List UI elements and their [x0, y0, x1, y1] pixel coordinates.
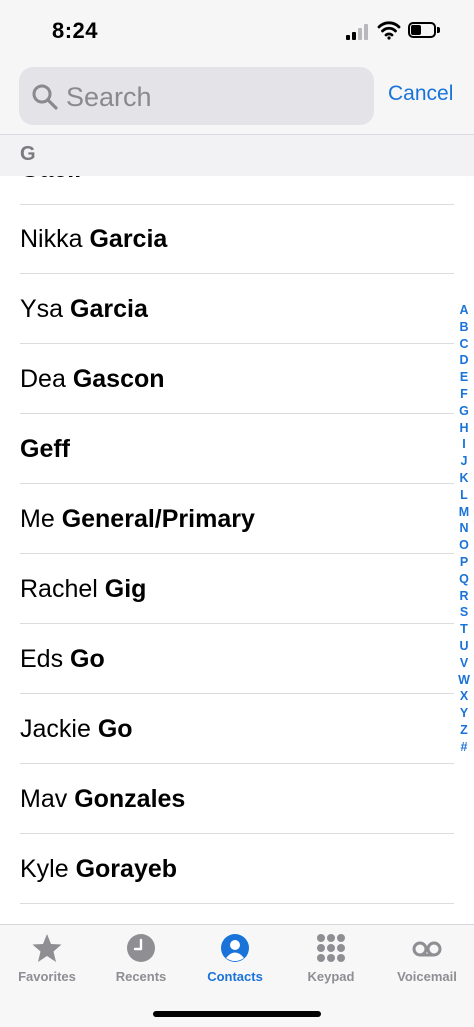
contacts-list[interactable]: Gaeil Nikka Garcia Ysa Garcia Dea Gascon…	[0, 176, 474, 924]
cellular-signal-icon	[346, 24, 370, 40]
index-letter[interactable]: K	[456, 470, 472, 487]
index-letter[interactable]: D	[456, 352, 472, 369]
tab-voicemail[interactable]: Voicemail	[380, 925, 474, 995]
battery-icon	[408, 22, 442, 40]
index-letter[interactable]: F	[456, 386, 472, 403]
list-item[interactable]: Dea Gascon	[0, 344, 474, 414]
contact-name: Rachel Gig	[20, 575, 147, 603]
index-letter[interactable]: R	[456, 588, 472, 605]
index-letter[interactable]: V	[456, 655, 472, 672]
index-letter[interactable]: I	[456, 436, 472, 453]
index-letter[interactable]: A	[456, 302, 472, 319]
index-letter[interactable]: M	[456, 504, 472, 521]
index-letter[interactable]: U	[456, 638, 472, 655]
list-item[interactable]: Ysa Garcia	[0, 274, 474, 344]
tab-keypad[interactable]: Keypad	[284, 925, 378, 995]
index-letter[interactable]: L	[456, 487, 472, 504]
contact-name: Kyle Gorayeb	[20, 855, 178, 883]
search-icon	[32, 84, 58, 110]
contact-name: Eds Go	[20, 645, 105, 673]
contact-name: Ysa Garcia	[20, 295, 148, 323]
voicemail-icon	[412, 941, 442, 957]
clock-icon	[127, 934, 155, 962]
status-bar: 8:24	[0, 0, 474, 62]
index-letter[interactable]: #	[456, 739, 472, 756]
tab-label: Favorites	[18, 969, 76, 984]
contact-name: Gaeil	[20, 176, 81, 204]
index-letter[interactable]: B	[456, 319, 472, 336]
list-item[interactable]: Me General/Primary	[0, 484, 474, 554]
contact-name: Nikka Garcia	[20, 225, 168, 253]
contact-name: Geff	[20, 435, 70, 463]
index-letter[interactable]: Z	[456, 722, 472, 739]
list-item[interactable]: Eds Go	[0, 624, 474, 694]
contact-name: Dea Gascon	[20, 365, 165, 393]
index-letter[interactable]: Q	[456, 571, 472, 588]
index-letter[interactable]: E	[456, 369, 472, 386]
index-letter[interactable]: G	[456, 403, 472, 420]
tab-recents[interactable]: Recents	[94, 925, 188, 995]
wifi-icon	[377, 21, 401, 40]
search-header: Search Cancel	[0, 62, 474, 134]
index-letter[interactable]: H	[456, 420, 472, 437]
search-placeholder: Search	[66, 82, 152, 112]
index-letter[interactable]: T	[456, 621, 472, 638]
list-item[interactable]: Jackie Go	[0, 694, 474, 764]
tab-label: Keypad	[307, 969, 355, 984]
alphabet-index[interactable]: A B C D E F G H I J K L M N O P Q R S T U V W X Y Z #	[456, 302, 472, 756]
index-letter[interactable]: O	[456, 537, 472, 554]
list-item[interactable]: Gaeil	[0, 176, 474, 204]
divider	[20, 903, 454, 904]
contact-name: Mav Gonzales	[20, 785, 186, 813]
index-letter[interactable]: J	[456, 453, 472, 470]
list-item[interactable]: Rachel Gig	[0, 554, 474, 624]
section-header: G	[0, 134, 474, 176]
contact-name: Jackie Go	[20, 715, 133, 743]
contact-name: Me General/Primary	[20, 505, 255, 533]
list-item[interactable]: Kyle Gorayeb	[0, 834, 474, 904]
list-item[interactable]: Geff	[0, 414, 474, 484]
tab-label: Recents	[115, 969, 167, 984]
section-letter: G	[20, 143, 36, 165]
search-input[interactable]: Search	[19, 67, 374, 125]
index-letter[interactable]: C	[456, 336, 472, 353]
list-item[interactable]: Mav Gonzales	[0, 764, 474, 834]
tab-favorites[interactable]: Favorites	[0, 925, 94, 995]
cancel-button[interactable]: Cancel	[388, 82, 453, 106]
star-icon	[32, 934, 62, 962]
person-circle-icon	[221, 934, 249, 962]
tab-label: Voicemail	[397, 969, 457, 984]
index-letter[interactable]: P	[456, 554, 472, 571]
index-letter[interactable]: N	[456, 520, 472, 537]
status-time: 8:24	[52, 18, 99, 43]
keypad-icon	[317, 934, 345, 962]
home-indicator	[153, 1011, 321, 1017]
tab-contacts[interactable]: Contacts	[188, 925, 282, 995]
index-letter[interactable]: Y	[456, 705, 472, 722]
tab-label: Contacts	[207, 969, 263, 984]
index-letter[interactable]: S	[456, 604, 472, 621]
index-letter[interactable]: W	[456, 672, 472, 689]
index-letter[interactable]: X	[456, 688, 472, 705]
tab-bar: Favorites Recents Contacts Keypad Voicem…	[0, 924, 474, 1027]
list-item[interactable]: Nikka Garcia	[0, 204, 474, 274]
